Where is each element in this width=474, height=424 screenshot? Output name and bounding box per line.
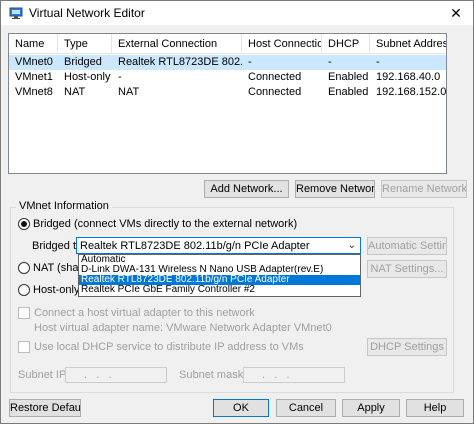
cell-subnet-address: 192.168.152.0	[376, 86, 446, 98]
restore-defaults-button[interactable]: Restore Defaults	[9, 399, 81, 417]
cell-external-connection: -	[118, 71, 122, 83]
host-only-radio[interactable]	[18, 284, 30, 296]
cell-type: Bridged	[64, 56, 102, 68]
cell-name: VMnet8	[15, 86, 53, 98]
subnet-mask-field[interactable]: . . .	[243, 367, 345, 383]
host-adapter-name: Host virtual adapter name: VMware Networ…	[34, 322, 332, 334]
subnet-ip-dots: . . .	[84, 369, 112, 381]
subnet-ip-field[interactable]: . . .	[65, 367, 167, 383]
dropdown-option-realtek-gbe[interactable]: Realtek PCIe GbE Family Controller #2	[79, 285, 360, 295]
automatic-settings-button[interactable]: Automatic Settings...	[367, 237, 447, 255]
remove-network-button[interactable]: Remove Network	[295, 180, 375, 198]
table-header: Name Type External Connection Host Conne…	[9, 34, 446, 54]
cell-host-connection: -	[248, 56, 252, 68]
bridged-radio[interactable]	[18, 218, 30, 230]
dropdown-option-dlink[interactable]: D-Link DWA-131 Wireless N Nano USB Adapt…	[79, 265, 360, 275]
cell-name: VMnet1	[15, 71, 53, 83]
cell-external-connection: NAT	[118, 86, 140, 98]
vmnet-information-title: VMnet Information	[16, 200, 112, 212]
close-icon[interactable]: ✕	[439, 1, 473, 25]
cell-subnet-address: 192.168.40.0	[376, 71, 441, 83]
chevron-down-icon[interactable]: ⌄	[348, 239, 356, 253]
table-row[interactable]: VMnet0 Bridged Realtek RTL8723DE 802.11.…	[9, 55, 446, 70]
window-title: Virtual Network Editor	[29, 6, 145, 20]
network-table: Name Type External Connection Host Conne…	[8, 33, 447, 174]
nat-settings-button[interactable]: NAT Settings...	[367, 260, 447, 278]
column-header-type[interactable]: Type	[58, 34, 112, 54]
virtual-network-editor-window: Virtual Network Editor ✕ Name Type Exter…	[0, 0, 474, 424]
bridged-to-value: Realtek RTL8723DE 802.11b/g/n PCIe Adapt…	[80, 240, 310, 252]
ok-button[interactable]: OK	[213, 399, 269, 417]
bridged-to-select[interactable]: Realtek RTL8723DE 802.11b/g/n PCIe Adapt…	[76, 237, 361, 254]
column-header-host-connection[interactable]: Host Connection	[242, 34, 322, 54]
nat-radio[interactable]	[18, 262, 30, 274]
table-row[interactable]: VMnet1 Host-only - Connected Enabled 192…	[9, 70, 446, 85]
column-header-name[interactable]: Name	[9, 34, 58, 54]
cell-dhcp: Enabled	[328, 86, 369, 98]
column-header-subnet-address[interactable]: Subnet Address	[370, 34, 446, 54]
column-header-dhcp[interactable]: DHCP	[322, 34, 370, 54]
subnet-ip-label: Subnet IP:	[18, 369, 70, 381]
cell-subnet-address: -	[376, 56, 380, 68]
subnet-mask-label: Subnet mask:	[179, 369, 247, 381]
cell-name: VMnet0	[15, 56, 53, 68]
subnet-mask-dots: . . .	[262, 369, 290, 381]
dhcp-settings-button[interactable]: DHCP Settings	[367, 338, 447, 356]
title-bar: Virtual Network Editor ✕	[1, 1, 473, 25]
cell-external-connection: Realtek RTL8723DE 802.11...	[118, 56, 242, 68]
cancel-button[interactable]: Cancel	[276, 399, 336, 417]
column-header-external-connection[interactable]: External Connection	[112, 34, 242, 54]
cell-dhcp: Enabled	[328, 71, 369, 83]
use-dhcp-label: Use local DHCP service to distribute IP …	[34, 341, 304, 353]
table-row[interactable]: VMnet8 NAT NAT Connected Enabled 192.168…	[9, 85, 446, 100]
dropdown-option-realtek-wifi[interactable]: Realtek RTL8723DE 802.11b/g/n PCIe Adapt…	[79, 275, 360, 285]
connect-host-adapter-label: Connect a host virtual adapter to this n…	[34, 307, 255, 319]
cell-host-connection: Connected	[248, 86, 302, 98]
rename-network-button[interactable]: Rename Network...	[381, 180, 467, 198]
cell-host-connection: Connected	[248, 71, 302, 83]
cell-dhcp: -	[328, 56, 332, 68]
vmnet-information-group	[10, 207, 454, 393]
network-editor-icon	[9, 7, 23, 19]
cell-type: Host-only	[64, 71, 111, 83]
dropdown-option-automatic[interactable]: Automatic	[79, 255, 360, 265]
help-button[interactable]: Help	[406, 399, 464, 417]
bridged-label: Bridged (connect VMs directly to the ext…	[33, 218, 298, 230]
apply-button[interactable]: Apply	[342, 399, 400, 417]
bridged-to-dropdown-list: Automatic D-Link DWA-131 Wireless N Nano…	[78, 254, 361, 297]
add-network-button[interactable]: Add Network...	[204, 180, 289, 198]
cell-type: NAT	[64, 86, 86, 98]
connect-host-adapter-checkbox[interactable]	[18, 307, 30, 319]
use-dhcp-checkbox[interactable]	[18, 341, 30, 353]
